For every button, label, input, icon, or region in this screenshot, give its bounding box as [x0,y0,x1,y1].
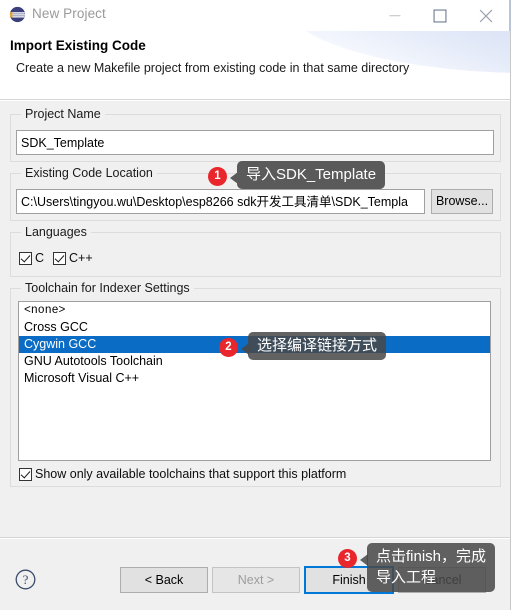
list-item[interactable]: Microsoft Visual C++ [19,370,490,387]
title-bar: New Project [0,0,511,31]
languages-group-label: Languages [21,225,91,239]
window-title: New Project [32,6,106,21]
help-icon[interactable]: ? [15,569,36,590]
toolchain-group-label: Toolchain for Indexer Settings [21,281,194,295]
existing-code-location-input[interactable]: C:\Users\tingyou.wu\Desktop\esp8266 sdk开… [16,189,425,214]
checkbox-box [19,467,32,481]
project-name-input[interactable]: SDK_Template [16,130,494,155]
callout-badge-2: 2 [219,338,238,357]
callout-tooltip-1: 导入SDK_Template [229,161,386,189]
callout-badge-3: 3 [338,549,357,568]
checkbox-box [53,251,66,265]
maximize-icon[interactable] [417,0,462,31]
callout-tooltip-3: 点击finish，完成 导入工程 [359,543,496,592]
back-button[interactable]: < Back [120,567,208,593]
dialog-header: Import Existing Code Create a new Makefi… [0,31,511,99]
checkbox-box [19,251,32,265]
minimize-icon[interactable] [372,0,417,31]
language-cpp-label: C++ [69,251,93,265]
toolchain-listbox[interactable]: <none> Cross GCC Cygwin GCC GNU Autotool… [18,301,491,461]
show-only-available-toolchains-checkbox[interactable]: Show only available toolchains that supp… [19,467,346,481]
eclipse-icon [9,6,26,23]
callout-tooltip-2: 选择编译链接方式 [240,332,387,360]
page-title: Import Existing Code [10,38,146,53]
language-c-label: C [35,251,45,265]
next-button[interactable]: Next > [212,567,300,593]
page-description: Create a new Makefile project from exist… [16,61,410,75]
callout-badge-1: 1 [208,167,227,186]
close-icon[interactable] [463,0,508,31]
show-only-available-toolchains-label: Show only available toolchains that supp… [35,467,347,481]
new-project-dialog: New Project Import Existing Code Create … [0,0,511,610]
browse-button[interactable]: Browse... [431,189,493,214]
language-c-checkbox[interactable]: C [19,251,44,265]
list-item[interactable]: <none> [19,302,490,319]
project-name-group-label: Project Name [21,107,105,121]
existing-code-location-group-label: Existing Code Location [21,166,157,180]
footer-divider-highlight [0,538,511,539]
svg-text:?: ? [23,572,29,587]
language-cpp-checkbox[interactable]: C++ [53,251,93,265]
